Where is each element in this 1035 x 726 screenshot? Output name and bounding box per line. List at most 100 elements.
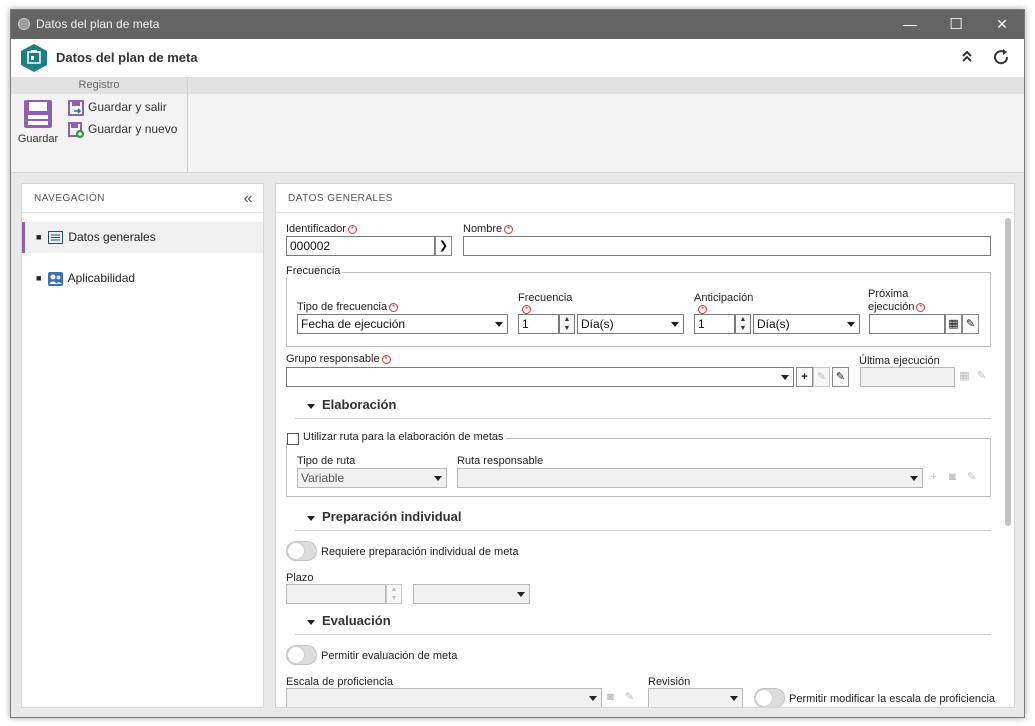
proficiency-scale-select [286,688,602,707]
save-icon [24,100,52,128]
evaluation-section-header[interactable]: Evaluación [295,613,991,635]
clear-brush-icon: ✎ [624,691,635,703]
anticipation-unit-select[interactable]: Día(s) [753,314,860,334]
chevron-down-icon [671,322,679,327]
required-icon: * [389,303,399,312]
elaboration-section-header[interactable]: Elaboración [295,397,991,419]
minimize-button[interactable]: — [887,10,933,39]
next-execution-input[interactable] [869,314,945,334]
bullet-icon: ■ [36,273,42,283]
frequency-type-label: Tipo de frecuencia * [297,301,399,313]
ribbon-separator [187,77,188,172]
next-execution-label-1: Próxima [868,288,909,300]
route-type-label: Tipo de ruta [297,455,356,467]
evaluation-title: Evaluación [322,613,391,628]
chevron-down-icon [517,592,525,597]
name-label: Nombre * [463,223,514,235]
refresh-icon[interactable] [993,49,1011,70]
nav-title: NAVEGACIÓN [34,193,105,204]
calendar-icon[interactable]: ▦ [945,314,962,334]
last-execution-input [860,367,955,387]
anticipation-stepper[interactable]: ▲ ▼ [735,314,751,334]
anticipation-input[interactable]: 1 [694,314,735,334]
evaluation-label: Permitir evaluación de meta [321,650,458,662]
section-title: DATOS GENERALES [288,193,393,204]
elaboration-title: Elaboración [322,397,397,412]
nav-item-label: Aplicabilidad [67,271,136,285]
maximize-button[interactable]: ☐ [933,10,979,39]
clear-brush-icon[interactable]: ✎ [832,367,849,387]
collapse-triangle-icon [307,620,315,625]
save-new-icon [68,121,84,138]
route-type-select: Variable [297,468,447,488]
list-icon [48,231,63,245]
goal-plan-icon [21,44,47,72]
clear-brush-icon[interactable]: ✎ [962,314,979,334]
required-icon: * [698,305,707,314]
binoculars-icon: ◙ [607,691,614,703]
bullet-icon: ■ [36,232,42,242]
individual-preparation-toggle[interactable] [286,541,317,561]
required-icon: * [347,225,357,234]
binoculars-icon: ◙ [949,471,956,483]
frequency-unit-select[interactable]: Día(s) [577,314,684,334]
save-exit-label: Guardar y salir [88,100,167,114]
close-button[interactable]: ✕ [979,10,1024,39]
save-new-button[interactable]: Guardar y nuevo [68,120,177,138]
name-input[interactable] [463,236,991,256]
scrollbar[interactable] [1005,218,1011,526]
next-execution-label-2: ejecución * [868,301,926,313]
evaluation-toggle[interactable] [286,645,317,665]
nav-item-label: Datos generales [68,230,156,244]
responsible-group-label: Grupo responsable * [286,353,391,365]
next-identifier-button[interactable]: ❯ [435,236,452,256]
responsible-group-select[interactable] [286,367,794,387]
route-responsible-select [457,468,923,488]
nav-item-applicability[interactable]: ■ Aplicabilidad [22,263,263,294]
add-icon: + [930,471,937,483]
chevron-down-icon [434,476,442,481]
last-execution-label: Última ejecución [859,355,940,367]
individual-title: Preparación individual [322,509,462,524]
frequency-label: Frecuencia [518,292,573,304]
clear-brush-icon: ✎ [976,370,987,382]
individual-section-header[interactable]: Preparación individual [295,509,991,531]
identifier-input[interactable]: 000002 [286,236,435,256]
collapse-header-icon[interactable] [961,49,973,68]
save-button[interactable]: Guardar [15,99,61,145]
chevron-down-icon [781,375,789,380]
ribbon-label-bar [188,77,1024,94]
frequency-input[interactable]: 1 [518,314,559,334]
chevron-down-icon [910,476,918,481]
app-icon [18,18,30,30]
use-route-checkbox[interactable] [287,433,299,445]
deadline-label: Plazo [286,572,314,584]
calendar-icon: ▦ [959,370,970,382]
add-icon[interactable]: + [796,367,813,387]
section-header: DATOS GENERALES [276,184,1014,213]
save-new-label: Guardar y nuevo [88,122,178,136]
required-icon: * [916,303,926,312]
modify-scale-toggle[interactable] [754,688,785,707]
proficiency-scale-label: Escala de proficiencia [286,676,394,688]
use-route-legend: Utilizar ruta para la elaboración de met… [285,431,506,443]
required-icon: * [522,305,531,314]
save-exit-button[interactable]: Guardar y salir [68,98,167,116]
toolbar-ribbon: Registro Guardar Guardar y salir Guardar… [11,77,1024,173]
required-icon: * [504,225,514,234]
collapse-nav-icon[interactable]: « [244,184,253,214]
page-header: Datos del plan de meta [11,39,1024,77]
route-responsible-label: Ruta responsable [457,455,544,467]
nav-header: NAVEGACIÓN « [22,184,263,213]
page-title: Datos del plan de meta [56,50,198,65]
deadline-unit-select [413,584,530,604]
frequency-type-select[interactable]: Fecha de ejecución [297,314,508,334]
app-window: Datos del plan de meta — ☐ ✕ Datos del p… [10,9,1025,718]
nav-item-general-data[interactable]: ■ Datos generales [22,222,263,253]
frequency-stepper[interactable]: ▲ ▼ [559,314,575,334]
edit-icon: ✎ [813,367,830,387]
deadline-input [286,584,386,604]
chevron-down-icon [730,696,738,701]
clear-brush-icon: ✎ [966,471,977,483]
save-exit-icon [68,99,84,116]
